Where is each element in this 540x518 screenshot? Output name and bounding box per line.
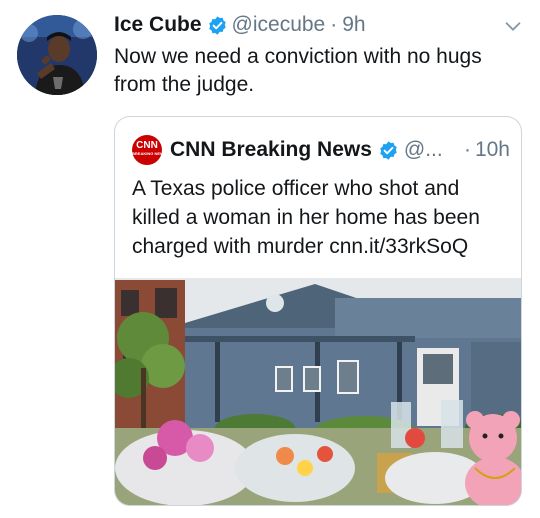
- verified-badge-icon: [380, 140, 397, 160]
- author-name[interactable]: Ice Cube: [114, 13, 202, 37]
- tweet-text: Now we need a conviction with no hugs fr…: [114, 45, 482, 96]
- author-handle[interactable]: @icecube: [232, 13, 326, 37]
- quoted-author-handle[interactable]: @...: [404, 138, 443, 162]
- chevron-down-icon[interactable]: [502, 15, 524, 37]
- quoted-tweet-text: A Texas police officer who shot and kill…: [132, 177, 480, 258]
- avatar-image: [17, 15, 97, 95]
- tweet-timestamp[interactable]: 9h: [342, 13, 365, 37]
- separator-dot: ·: [463, 138, 471, 161]
- tweet-header: Ice Cube @icecube · 9h: [114, 13, 366, 37]
- cnn-logo-subtext: BREAKING NEWS: [132, 151, 167, 156]
- cnn-logo-text: CNN: [136, 140, 158, 151]
- avatar[interactable]: [17, 15, 97, 95]
- quoted-tweet-timestamp[interactable]: 10h: [475, 138, 510, 162]
- quoted-tweet[interactable]: CNN BREAKING NEWS CNN Breaking News @...…: [114, 116, 522, 506]
- quoted-tweet-header: CNN BREAKING NEWS CNN Breaking News @...…: [132, 135, 510, 165]
- verified-badge-icon: [208, 15, 226, 35]
- separator-dot: ·: [330, 13, 338, 36]
- news-photo[interactable]: [115, 278, 521, 505]
- quoted-author-name[interactable]: CNN Breaking News: [170, 138, 372, 162]
- cnn-logo[interactable]: CNN BREAKING NEWS: [132, 135, 167, 165]
